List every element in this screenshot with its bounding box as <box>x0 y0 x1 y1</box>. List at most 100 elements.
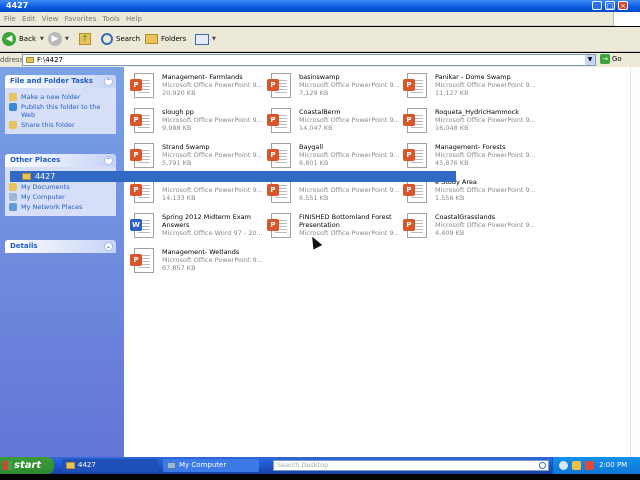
details-panel: Details ⌄ <box>5 240 116 253</box>
up-folder-button[interactable]: ↑ <box>79 31 91 47</box>
powerpoint-file-icon: P <box>267 108 292 135</box>
vertical-scrollbar[interactable] <box>630 67 640 457</box>
file-item[interactable]: P Management- Farmlands Microsoft Office P… <box>126 69 262 103</box>
powerpoint-file-icon: P <box>267 178 292 205</box>
word-document-icon: W <box>130 213 155 240</box>
file-size: 11,127 KB <box>435 89 469 97</box>
menu-file[interactable]: File <box>4 12 16 26</box>
selected-folder-item[interactable]: 4427 <box>10 171 456 182</box>
file-item[interactable]: P Management- Forests Microsoft Office Pow… <box>399 139 535 173</box>
panel-header[interactable]: Other Places ⌃ <box>5 154 116 167</box>
search-label: Search <box>116 35 141 43</box>
expand-icon[interactable]: ⌄ <box>104 242 113 251</box>
folders-label: Folders <box>161 35 187 43</box>
powerpoint-file-icon: P <box>403 213 428 240</box>
my-documents-link[interactable]: My Documents <box>9 183 112 191</box>
my-computer-icon <box>167 462 176 469</box>
back-label: Back <box>19 35 36 43</box>
desktop-search-input[interactable]: Search Desktop <box>273 460 549 471</box>
panel-title: Details <box>10 242 38 250</box>
address-input[interactable]: F:\4427 ▼ <box>22 54 596 66</box>
file-name: Strand Swamp <box>162 143 210 151</box>
panel-header[interactable]: File and Folder Tasks ⌃ <box>5 75 116 88</box>
file-name: Roqueta_HydricHammock <box>435 108 519 116</box>
search-placeholder: Search Desktop <box>277 461 329 469</box>
folders-button[interactable]: Folders <box>145 31 186 47</box>
back-arrow-icon: ◀ <box>2 32 16 46</box>
file-item[interactable]: P Strand Swamp Microsoft Office PowerPoint… <box>126 139 262 173</box>
chevron-down-icon[interactable]: ▼ <box>585 55 595 65</box>
panel-title: Other Places <box>10 156 61 164</box>
collapse-icon[interactable]: ⌃ <box>104 156 113 165</box>
file-item[interactable]: P FINISHED Bottomland Forest Presentation… <box>263 209 399 243</box>
file-item[interactable]: P Panikar - Dome Swamp Microsoft Office Po… <box>399 69 535 103</box>
powerpoint-file-icon: P <box>130 143 155 170</box>
powerpoint-file-icon: P <box>267 73 292 100</box>
file-item[interactable]: P Baygall Microsoft Office PowerPoint 9...… <box>263 139 399 173</box>
panel-header[interactable]: Details ⌄ <box>5 240 116 253</box>
menu-help[interactable]: Help <box>126 12 142 26</box>
file-item[interactable]: P Management- Wetlands Microsoft Office Po… <box>126 244 262 278</box>
minimize-button[interactable]: _ <box>592 1 602 10</box>
search-button[interactable]: Search <box>101 31 140 47</box>
folders-icon <box>145 34 158 44</box>
volume-tray-icon[interactable] <box>572 461 581 470</box>
file-size: 45,876 KB <box>435 159 469 167</box>
close-button[interactable]: × <box>618 1 628 10</box>
chevron-down-icon[interactable]: ▼ <box>65 36 69 42</box>
clock[interactable]: 2:00 PM <box>599 457 627 474</box>
go-button[interactable]: → Go <box>600 54 622 64</box>
search-icon[interactable] <box>539 462 546 469</box>
selected-folder-label: 4427 <box>35 172 56 181</box>
menu-view[interactable]: View <box>42 12 59 26</box>
file-name: CoastalGrasslands <box>435 213 496 221</box>
file-type: Microsoft Office PowerPoint 9... <box>435 116 535 124</box>
file-item[interactable]: Pslough pp Microsoft Office PowerPoint 9.… <box>126 104 262 138</box>
network-tray-icon[interactable] <box>559 461 568 470</box>
file-item[interactable]: P CoastalBerm Microsoft Office PowerPoint … <box>263 104 399 138</box>
address-bar: ddress F:\4427 ▼ → Go <box>0 53 640 67</box>
back-button[interactable]: ◀ Back ▼ <box>2 31 44 47</box>
menu-edit[interactable]: Edit <box>22 12 36 26</box>
share-folder-link[interactable]: Share this folder <box>9 121 112 129</box>
system-tray: 2:00 PM <box>552 457 640 474</box>
link-label: My Network Places <box>21 203 83 211</box>
security-tray-icon[interactable] <box>585 461 594 470</box>
file-item[interactable]: P CoastalGrasslands Microsoft Office Power… <box>399 209 535 243</box>
folder-icon <box>22 173 31 180</box>
go-label: Go <box>612 55 622 63</box>
file-name: slough pp <box>162 108 194 116</box>
chevron-down-icon[interactable]: ▼ <box>40 36 44 42</box>
menu-tools[interactable]: Tools <box>102 12 119 26</box>
make-new-folder-link[interactable]: Make a new folder <box>9 93 112 101</box>
start-button[interactable]: start <box>0 457 54 474</box>
file-name: FINISHED Bottomland Forest Presentation <box>299 213 392 229</box>
file-item[interactable]: W Spring 2012 Midterm Exam Answers Microso… <box>126 209 262 243</box>
taskbar-item-4427[interactable]: 4427 <box>62 459 158 472</box>
maximize-button[interactable]: □ <box>605 1 615 10</box>
collapse-icon[interactable]: ⌃ <box>104 77 113 86</box>
forward-button[interactable]: ▶ ▼ <box>48 31 69 47</box>
powerpoint-file-icon: P <box>403 143 428 170</box>
task-label: My Computer <box>179 461 227 469</box>
file-type: Microsoft Office PowerPoint 9... <box>162 81 262 89</box>
address-label: ddress <box>0 56 24 64</box>
file-type: Microsoft Office PowerPoint 9... <box>162 116 262 124</box>
chevron-down-icon[interactable]: ▼ <box>212 36 216 42</box>
file-item[interactable]: Pbasinswamp Microsoft Office PowerPoint 9… <box>263 69 399 103</box>
my-network-places-link[interactable]: My Network Places <box>9 203 112 211</box>
menu-favorites[interactable]: Favorites <box>65 12 97 26</box>
file-type: Microsoft Office PowerPoint 9... <box>299 151 399 159</box>
powerpoint-file-icon: P <box>403 178 428 205</box>
views-button[interactable]: ▼ <box>195 31 216 47</box>
file-type: Microsoft Office PowerPoint 9... <box>299 81 399 89</box>
file-type: Microsoft Office PowerPoint 9... <box>435 186 535 194</box>
my-computer-link[interactable]: My Computer <box>9 193 112 201</box>
taskbar: start 4427 My Computer Search Desktop 2:… <box>0 457 640 474</box>
file-item[interactable]: P Roqueta_HydricHammock Microsoft Office P… <box>399 104 535 138</box>
file-size: 67,857 KB <box>162 264 196 272</box>
globe-icon <box>9 103 17 111</box>
publish-web-link[interactable]: Publish this folder to the Web <box>9 103 112 119</box>
taskbar-item-my-computer[interactable]: My Computer <box>163 459 259 472</box>
file-size: 16,048 KB <box>435 124 469 132</box>
